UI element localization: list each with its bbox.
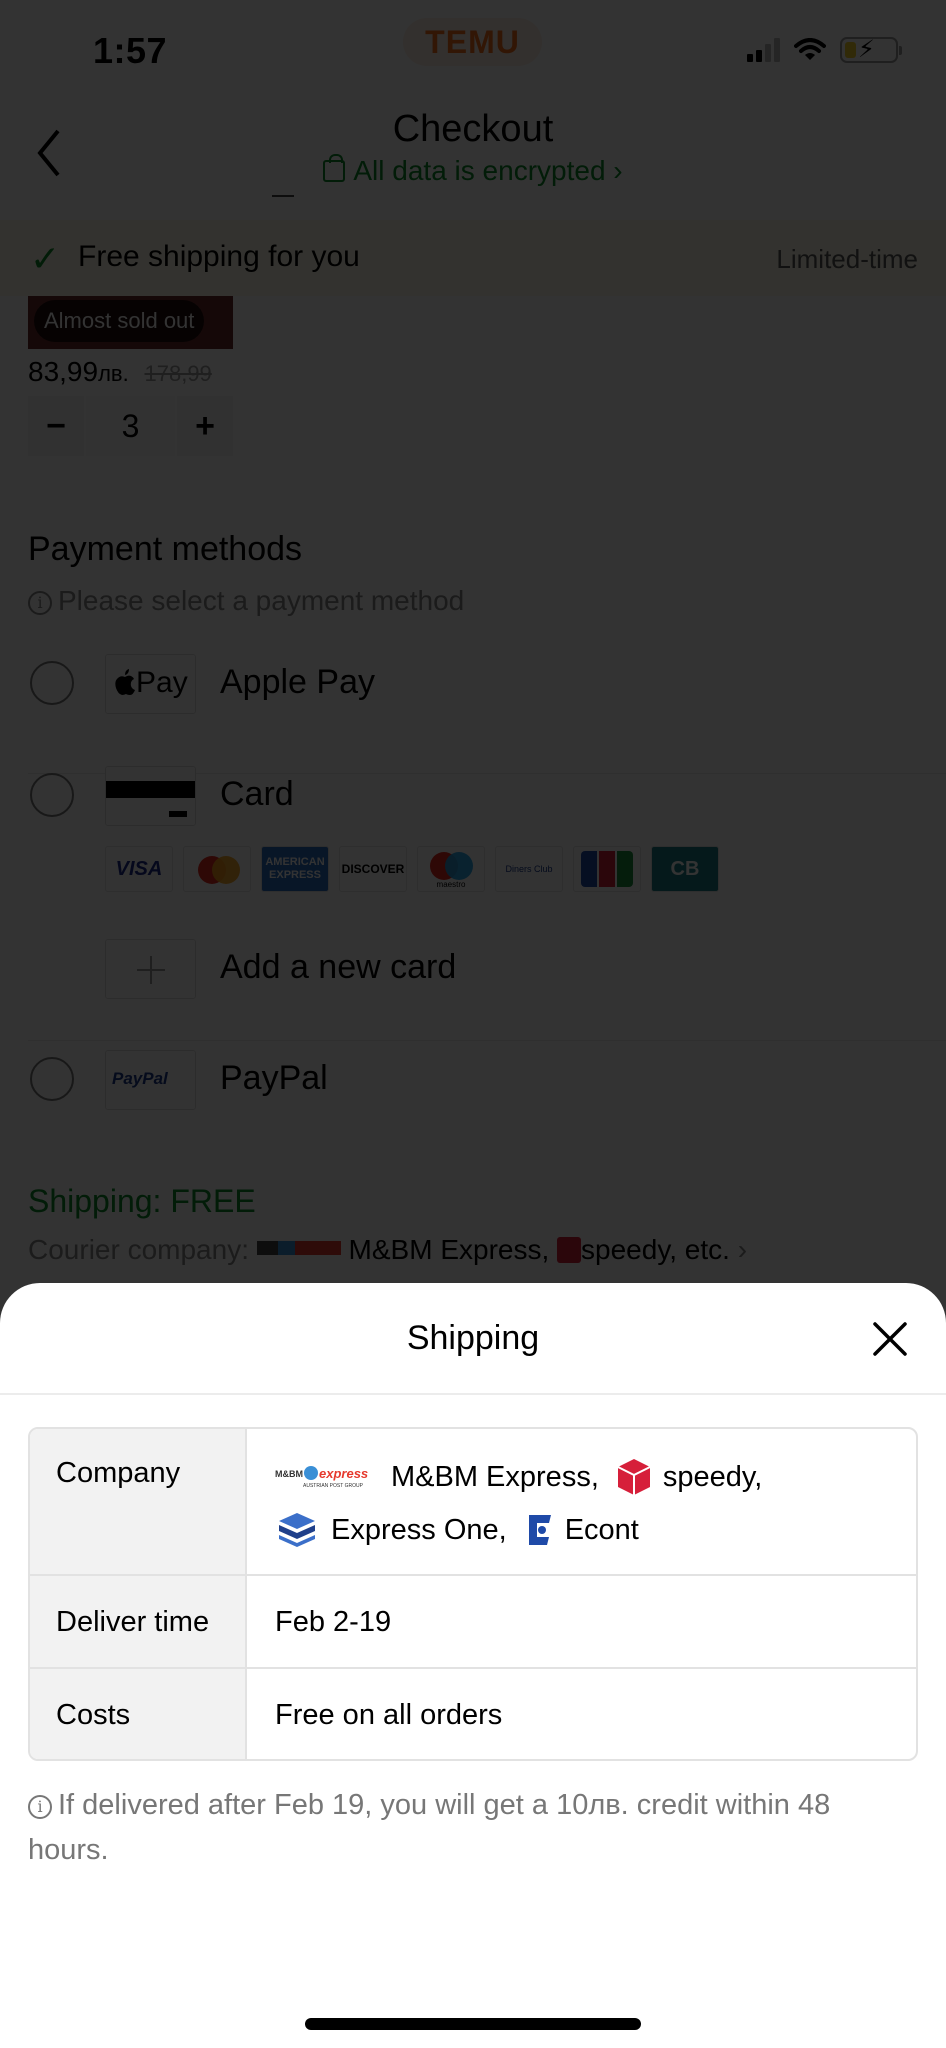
express-one-logo bbox=[279, 1513, 315, 1547]
company-name: Express One, bbox=[331, 1513, 507, 1546]
company-list: M&BM express AUSTRIAN POST GROUP M&BM Ex… bbox=[247, 1429, 916, 1574]
note-text: If delivered after Feb 19, you will get … bbox=[28, 1789, 831, 1866]
sheet-title: Shipping bbox=[406, 1319, 540, 1357]
econt-logo bbox=[528, 1515, 551, 1545]
divider bbox=[0, 1393, 946, 1395]
home-indicator[interactable] bbox=[305, 2018, 641, 2030]
company-name: speedy, bbox=[662, 1460, 763, 1493]
costs-value: Free on all orders bbox=[275, 1699, 503, 1731]
table-row: Deliver time Feb 2-19 bbox=[30, 1574, 916, 1667]
table-row: Costs Free on all orders bbox=[30, 1667, 916, 1759]
row-label: Company bbox=[30, 1429, 247, 1574]
svg-text:AUSTRIAN POST GROUP: AUSTRIAN POST GROUP bbox=[303, 1483, 364, 1489]
svg-text:M&BM: M&BM bbox=[275, 1469, 303, 1479]
speedy-logo bbox=[617, 1459, 651, 1495]
close-icon[interactable] bbox=[870, 1319, 910, 1359]
delivery-time-value: Feb 2-19 bbox=[275, 1606, 392, 1638]
shipping-sheet: Shipping Company M&BM express AUSTRIAN P… bbox=[0, 1283, 946, 2048]
mbm-express-logo: M&BM express AUSTRIAN POST GROUP bbox=[275, 1466, 368, 1489]
row-label: Deliver time bbox=[30, 1576, 247, 1667]
company-name: M&BM Express, bbox=[391, 1460, 599, 1493]
row-label: Costs bbox=[30, 1669, 247, 1759]
info-icon: i bbox=[28, 1795, 52, 1819]
shipping-details-table: Company M&BM express AUSTRIAN POST GROUP… bbox=[28, 1427, 918, 1761]
company-name: Econt bbox=[564, 1513, 639, 1546]
late-delivery-note: i If delivered after Feb 19, you will get… bbox=[28, 1783, 908, 1873]
table-row: Company M&BM express AUSTRIAN POST GROUP… bbox=[30, 1429, 916, 1574]
svg-text:express: express bbox=[319, 1466, 368, 1481]
